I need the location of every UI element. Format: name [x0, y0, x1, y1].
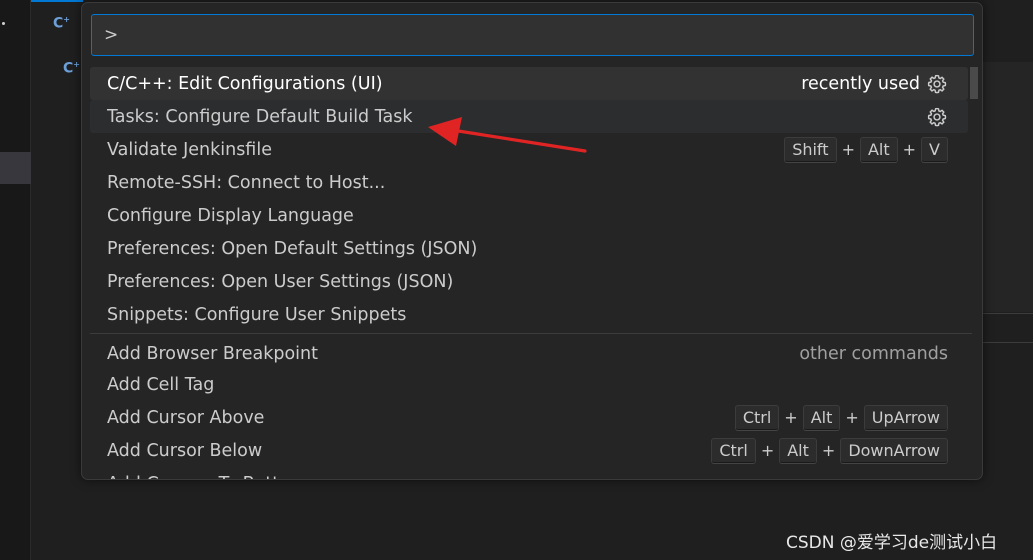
keybinding: Shift + Alt + V: [784, 136, 948, 163]
command-item-label: Add Cursor Above: [107, 407, 265, 428]
keybinding-separator: +: [845, 408, 859, 427]
keybinding-key: V: [921, 136, 948, 163]
command-item-description: recently used: [801, 73, 920, 94]
watermark: CSDN @爱学习de测试小白: [786, 533, 998, 553]
command-item-label: Preferences: Open User Settings (JSON): [107, 271, 454, 292]
command-item-label: Tasks: Configure Default Build Task: [107, 106, 413, 127]
keybinding-key: Ctrl: [734, 404, 780, 431]
command-item[interactable]: Add Browser Breakpoint other commands: [90, 337, 968, 370]
command-palette-input[interactable]: [91, 14, 974, 56]
keybinding: Ctrl + Alt + DownArrow: [711, 437, 948, 464]
keybinding-key: Ctrl: [711, 437, 756, 464]
command-item[interactable]: Add Cell Tag: [90, 368, 968, 401]
command-item-label: C/C++: Edit Configurations (UI): [107, 73, 383, 94]
keybinding-separator: +: [902, 140, 917, 159]
command-item-meta: [926, 106, 948, 128]
keybinding-key: Alt: [802, 404, 841, 431]
keybinding: Ctrl + Alt + UpArrow: [734, 404, 948, 431]
command-item-label: Configure Display Language: [107, 205, 354, 226]
command-item[interactable]: C/C++: Edit Configurations (UI) recently …: [90, 67, 968, 100]
gear-icon[interactable]: [926, 73, 948, 95]
command-item[interactable]: Snippets: Configure User Snippets: [90, 298, 968, 331]
keybinding-separator: +: [760, 441, 775, 460]
gear-icon[interactable]: [926, 106, 948, 128]
activity-bar: [0, 0, 31, 560]
command-item[interactable]: Tasks: Configure Default Build Task: [90, 100, 968, 133]
keybinding-separator: +: [784, 408, 798, 427]
command-item-meta: Ctrl + Alt + DownArrow: [711, 437, 948, 464]
command-item[interactable]: Add Cursor Above Ctrl + Alt + UpArrow: [90, 401, 968, 434]
cpp-file-icon: C+: [53, 15, 70, 32]
command-item-label: Add Cursors To Bottom: [107, 474, 948, 480]
command-item-meta: Shift + Alt + V: [784, 136, 948, 163]
keybinding-key: Shift: [784, 136, 837, 163]
command-item[interactable]: Preferences: Open User Settings (JSON): [90, 265, 968, 298]
command-item[interactable]: Remote-SSH: Connect to Host...: [90, 166, 968, 199]
keybinding-key: Alt: [779, 437, 817, 464]
command-item-meta: other commands: [799, 344, 948, 364]
command-item-meta: recently used: [801, 73, 948, 95]
command-palette-list: C/C++: Edit Configurations (UI) recently …: [90, 67, 976, 480]
activity-bar-active-item[interactable]: [0, 152, 31, 184]
keybinding-key: DownArrow: [840, 437, 948, 464]
command-item-meta: Ctrl + Alt + UpArrow: [734, 404, 948, 431]
editor-background-divider: [983, 313, 1033, 343]
command-item[interactable]: Preferences: Open Default Settings (JSON…: [90, 232, 968, 265]
list-separator: [90, 333, 972, 334]
keybinding-key: UpArrow: [863, 404, 948, 431]
command-item[interactable]: Add Cursor Below Ctrl + Alt + DownArrow: [90, 434, 968, 467]
command-item-label: Validate Jenkinsfile: [107, 139, 272, 160]
command-item-label: Add Cursor Below: [107, 440, 263, 461]
keybinding-key: Alt: [859, 136, 898, 163]
command-item-label: Add Browser Breakpoint: [107, 343, 318, 364]
command-item[interactable]: Validate Jenkinsfile Shift + Alt + V: [90, 133, 968, 166]
keybinding-separator: +: [821, 441, 836, 460]
editor-background-panel: [983, 62, 1033, 312]
activity-dot: [2, 22, 5, 25]
cpp-file-icon: C+: [63, 60, 80, 77]
command-item[interactable]: Add Cursors To Bottom: [90, 467, 968, 480]
command-item-description: other commands: [799, 343, 948, 364]
command-item-label: Add Cell Tag: [107, 374, 215, 395]
command-item-label: Preferences: Open Default Settings (JSON…: [107, 238, 478, 259]
keybinding-separator: +: [841, 140, 855, 159]
active-tab-indicator: [31, 0, 83, 2]
command-item-label: Remote-SSH: Connect to Host...: [107, 172, 386, 193]
list-scrollbar[interactable]: [970, 67, 978, 99]
command-palette: C/C++: Edit Configurations (UI) recently …: [81, 2, 983, 480]
command-item-label: Snippets: Configure User Snippets: [107, 304, 407, 325]
command-item[interactable]: Configure Display Language: [90, 199, 968, 232]
